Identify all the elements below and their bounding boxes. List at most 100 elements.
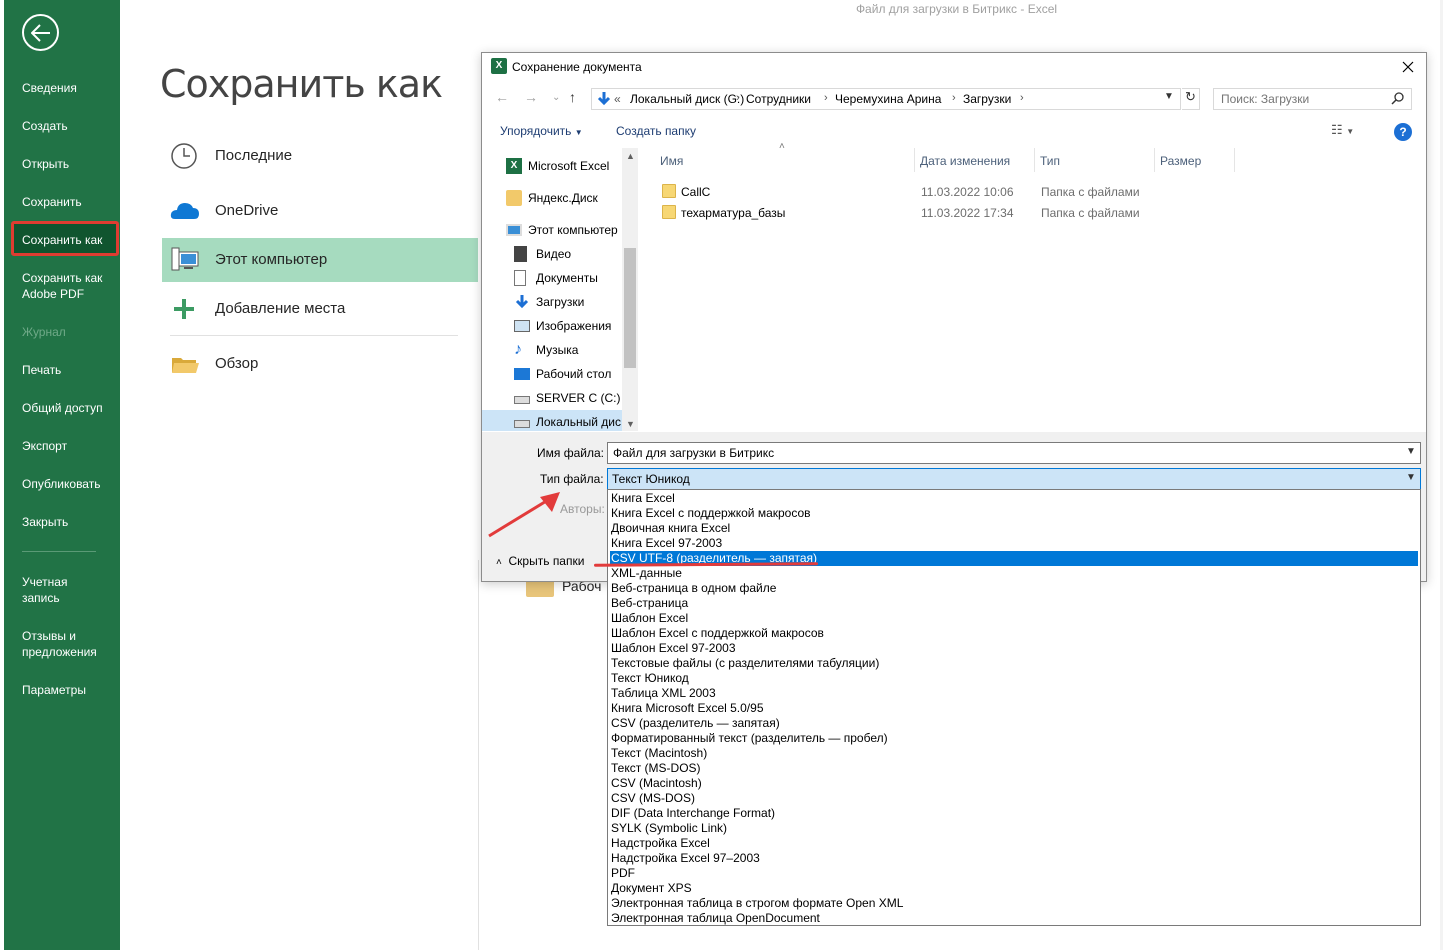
location-onedrive[interactable]: OneDrive — [162, 189, 478, 233]
address-bar[interactable]: « Локальный диск (G:) › Сотрудники › Чер… — [591, 88, 1181, 110]
plus-icon — [174, 299, 194, 319]
file-row[interactable]: техарматура_базы 11.03.2022 17:34 Папка … — [658, 203, 1158, 223]
filetype-option[interactable]: Веб-страница — [610, 596, 1418, 611]
filetype-option[interactable]: Электронная таблица в строгом формате Op… — [610, 896, 1418, 911]
back-arrow-icon[interactable]: ← — [495, 89, 509, 105]
filetype-option[interactable]: DIF (Data Interchange Format) — [610, 806, 1418, 821]
filetype-option[interactable]: Форматированный текст (разделитель — про… — [610, 731, 1418, 746]
nav-info[interactable]: Сведения — [22, 80, 118, 96]
filetype-select[interactable]: Текст Юникод ▼ — [607, 468, 1421, 490]
filetype-option[interactable]: CSV (Macintosh) — [610, 776, 1418, 791]
help-button[interactable]: ? — [1394, 123, 1412, 141]
breadcrumb-downloads[interactable]: Загрузки — [963, 92, 1011, 106]
chevron-down-icon[interactable]: ▼ — [1406, 446, 1416, 457]
nav-close[interactable]: Закрыть — [22, 514, 118, 530]
breadcrumb-drive[interactable]: Локальный диск (G:) — [630, 92, 744, 106]
breadcrumb-user[interactable]: Черемухина Арина — [835, 92, 941, 106]
breadcrumb-overflow[interactable]: « — [614, 92, 621, 106]
filetype-option[interactable]: CSV (разделитель — запятая) — [610, 716, 1418, 731]
new-folder-button[interactable]: Создать папку — [616, 124, 696, 138]
organize-button[interactable]: Упорядочить ▼ — [500, 124, 583, 138]
column-header-type[interactable]: Тип — [1040, 154, 1060, 168]
column-separator[interactable] — [1234, 148, 1235, 172]
up-arrow-icon[interactable]: ↑ — [569, 89, 576, 105]
column-header-name[interactable]: Имя — [660, 154, 683, 168]
nav-open[interactable]: Открыть — [22, 156, 118, 172]
nav-options[interactable]: Параметры — [22, 682, 118, 698]
nav-export[interactable]: Экспорт — [22, 438, 118, 454]
column-separator[interactable] — [914, 148, 915, 172]
chevron-down-icon[interactable]: ▼ — [1164, 91, 1174, 102]
filename-input[interactable] — [608, 443, 1398, 463]
filetype-option[interactable]: Двоичная книга Excel — [610, 521, 1418, 536]
location-recent[interactable]: Последние — [162, 134, 478, 178]
filetype-option[interactable]: Документ XPS — [610, 881, 1418, 896]
dialog-title: Сохранение документа — [512, 60, 642, 74]
breadcrumb-separator-icon[interactable]: › — [952, 92, 956, 104]
close-button[interactable] — [1402, 57, 1414, 78]
forward-arrow-icon[interactable]: → — [524, 89, 538, 105]
chevron-down-icon[interactable]: ▼ — [1406, 472, 1416, 483]
navigation-tree: X Microsoft Excel Яндекс.Диск Этот компь… — [482, 148, 638, 431]
file-row[interactable]: CallC 11.03.2022 10:06 Папка с файлами — [658, 182, 1158, 202]
documents-icon — [514, 270, 526, 286]
filetype-option[interactable]: Надстройка Excel — [610, 836, 1418, 851]
drive-icon — [514, 420, 530, 428]
filetype-option[interactable]: Текст (Macintosh) — [610, 746, 1418, 761]
folder-icon — [662, 205, 676, 219]
filename-field[interactable]: ▼ — [607, 442, 1421, 464]
scroll-down-icon[interactable]: ▼ — [626, 419, 635, 429]
filetype-option[interactable]: Текст Юникод — [610, 671, 1418, 686]
location-label: Этот компьютер — [215, 251, 328, 268]
scroll-up-icon[interactable]: ▲ — [626, 151, 635, 161]
location-this-pc[interactable]: Этот компьютер — [162, 238, 478, 282]
breadcrumb-separator-icon[interactable]: › — [1020, 92, 1024, 104]
filetype-dropdown-list[interactable]: Книга Excel Книга Excel с поддержкой макр… — [607, 489, 1421, 926]
breadcrumb-staff[interactable]: Сотрудники — [746, 92, 811, 106]
filetype-option[interactable]: Таблица XML 2003 — [610, 686, 1418, 701]
breadcrumb-separator-icon[interactable]: › — [736, 92, 740, 104]
filetype-option[interactable]: Веб-страница в одном файле — [610, 581, 1418, 596]
nav-account[interactable]: Учетная запись — [22, 574, 92, 606]
filetype-option[interactable]: Книга Excel — [610, 491, 1418, 506]
column-separator[interactable] — [1154, 148, 1155, 172]
filetype-option[interactable]: Книга Microsoft Excel 5.0/95 — [610, 701, 1418, 716]
search-box[interactable] — [1213, 88, 1412, 110]
filetype-option[interactable]: Шаблон Excel 97-2003 — [610, 641, 1418, 656]
tree-scrollbar-thumb[interactable] — [624, 248, 636, 368]
filetype-option[interactable]: XML-данные — [610, 566, 1418, 581]
dialog-toolbar: Упорядочить ▼ Создать папку ☷ ▼ ? — [482, 119, 1426, 145]
filetype-option[interactable]: CSV (MS-DOS) — [610, 791, 1418, 806]
nav-new[interactable]: Создать — [22, 118, 118, 134]
recent-locations-chevron-icon[interactable]: ⌄ — [552, 92, 560, 103]
column-header-date[interactable]: Дата изменения — [920, 154, 1010, 168]
filetype-option[interactable]: SYLK (Symbolic Link) — [610, 821, 1418, 836]
column-separator[interactable] — [1034, 148, 1035, 172]
breadcrumb-separator-icon[interactable]: › — [824, 92, 828, 104]
nav-share[interactable]: Общий доступ — [22, 400, 118, 416]
nav-save[interactable]: Сохранить — [22, 194, 118, 210]
refresh-button[interactable]: ↻ — [1182, 88, 1200, 110]
nav-publish[interactable]: Опубликовать — [22, 476, 118, 492]
nav-save-as[interactable]: Сохранить как — [22, 232, 118, 248]
filetype-option[interactable]: Текстовые файлы (с разделителями табуляц… — [610, 656, 1418, 671]
hide-folders-button[interactable]: ˄ Скрыть папки — [496, 554, 584, 568]
filetype-option[interactable]: Книга Excel с поддержкой макросов — [610, 506, 1418, 521]
search-input[interactable] — [1214, 89, 1384, 109]
column-header-size[interactable]: Размер — [1160, 154, 1201, 168]
filetype-option[interactable]: Текст (MS-DOS) — [610, 761, 1418, 776]
filetype-option[interactable]: PDF — [610, 866, 1418, 881]
location-add-place[interactable]: Добавление места — [162, 287, 478, 331]
view-options-button[interactable]: ☷ ▼ — [1331, 122, 1354, 138]
filetype-option[interactable]: Надстройка Excel 97–2003 — [610, 851, 1418, 866]
filetype-option[interactable]: Шаблон Excel с поддержкой макросов — [610, 626, 1418, 641]
nav-save-as-pdf[interactable]: Сохранить как Adobe PDF — [22, 270, 118, 302]
nav-print[interactable]: Печать — [22, 362, 118, 378]
filetype-option[interactable]: Шаблон Excel — [610, 611, 1418, 626]
nav-feedback[interactable]: Отзывы и предложения — [22, 628, 112, 660]
help-icon: ? — [1399, 125, 1407, 139]
filetype-option[interactable]: Электронная таблица OpenDocument — [610, 911, 1418, 926]
location-browse[interactable]: Обзор — [162, 342, 478, 386]
back-button[interactable] — [22, 14, 59, 51]
filetype-option[interactable]: Книга Excel 97-2003 — [610, 536, 1418, 551]
